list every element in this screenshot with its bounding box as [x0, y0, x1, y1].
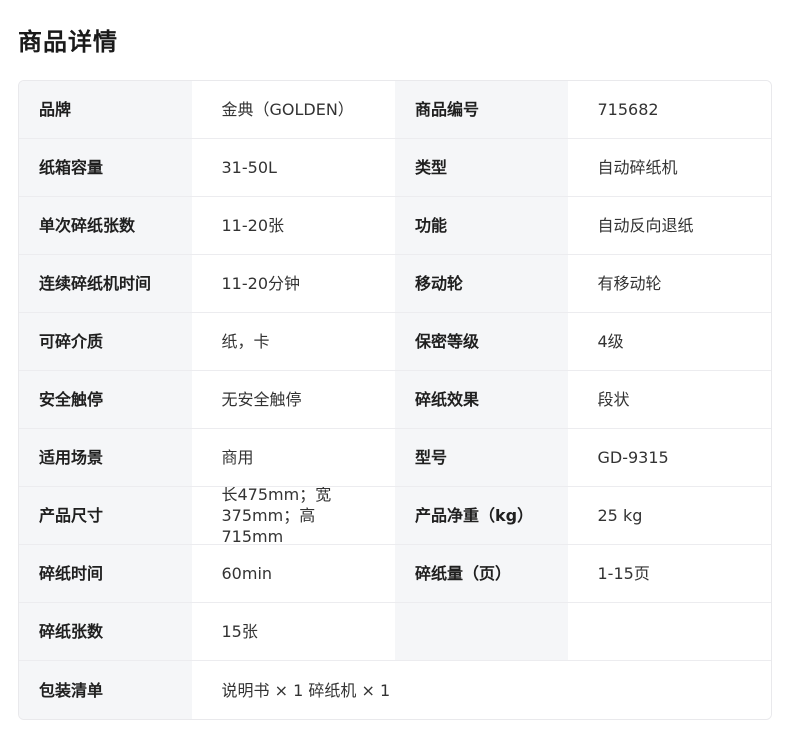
spec-value: 15张 — [191, 603, 395, 660]
spec-row: 产品尺寸 长475mm；宽375mm；高715mm 产品净重（kg） 25 kg — [19, 487, 771, 545]
spec-label: 可碎介质 — [19, 313, 192, 370]
spec-row: 安全触停 无安全触停 碎纸效果 段状 — [19, 371, 771, 429]
spec-value: 4级 — [567, 313, 771, 370]
spec-value: 31-50L — [191, 139, 395, 196]
spec-value: 无安全触停 — [191, 371, 395, 428]
package-list-label: 包装清单 — [19, 661, 192, 719]
spec-label: 安全触停 — [19, 371, 192, 428]
spec-row: 碎纸张数 15张 — [19, 603, 771, 661]
spec-label: 功能 — [395, 197, 568, 254]
spec-label: 纸箱容量 — [19, 139, 192, 196]
spec-table: 品牌 金典（GOLDEN） 商品编号 715682 纸箱容量 31-50L 类型… — [18, 80, 772, 720]
spec-label: 移动轮 — [395, 255, 568, 312]
spec-value: 1-15页 — [567, 545, 771, 602]
spec-row: 品牌 金典（GOLDEN） 商品编号 715682 — [19, 81, 771, 139]
spec-row: 连续碎纸机时间 11-20分钟 移动轮 有移动轮 — [19, 255, 771, 313]
spec-label: 保密等级 — [395, 313, 568, 370]
spec-label: 单次碎纸张数 — [19, 197, 192, 254]
spec-label: 碎纸时间 — [19, 545, 192, 602]
spec-value: 纸，卡 — [191, 313, 395, 370]
spec-label: 类型 — [395, 139, 568, 196]
spec-label: 产品净重（kg） — [395, 487, 568, 544]
spec-label: 产品尺寸 — [19, 487, 192, 544]
package-list-row: 包装清单 说明书 × 1 碎纸机 × 1 — [19, 661, 771, 719]
page-title: 商品详情 — [18, 28, 118, 56]
spec-label: 碎纸量（页） — [395, 545, 568, 602]
package-list-value: 说明书 × 1 碎纸机 × 1 — [191, 661, 771, 719]
spec-value: GD-9315 — [567, 429, 771, 486]
spec-row: 适用场景 商用 型号 GD-9315 — [19, 429, 771, 487]
spec-value: 715682 — [567, 81, 771, 138]
spec-label: 碎纸张数 — [19, 603, 192, 660]
spec-label: 品牌 — [19, 81, 192, 138]
spec-value: 11-20张 — [191, 197, 395, 254]
spec-label: 碎纸效果 — [395, 371, 568, 428]
spec-label: 适用场景 — [19, 429, 192, 486]
spec-value: 段状 — [567, 371, 771, 428]
spec-row: 单次碎纸张数 11-20张 功能 自动反向退纸 — [19, 197, 771, 255]
spec-label: 商品编号 — [395, 81, 568, 138]
spec-value: 商用 — [191, 429, 395, 486]
spec-value-empty — [567, 603, 771, 660]
spec-row: 可碎介质 纸，卡 保密等级 4级 — [19, 313, 771, 371]
spec-value: 11-20分钟 — [191, 255, 395, 312]
spec-value: 金典（GOLDEN） — [191, 81, 395, 138]
spec-value: 25 kg — [567, 487, 771, 544]
spec-row: 纸箱容量 31-50L 类型 自动碎纸机 — [19, 139, 771, 197]
spec-label: 型号 — [395, 429, 568, 486]
spec-value: 自动碎纸机 — [567, 139, 771, 196]
spec-label-empty — [395, 603, 568, 660]
spec-row: 碎纸时间 60min 碎纸量（页） 1-15页 — [19, 545, 771, 603]
spec-label: 连续碎纸机时间 — [19, 255, 192, 312]
spec-value: 自动反向退纸 — [567, 197, 771, 254]
spec-value: 有移动轮 — [567, 255, 771, 312]
spec-value: 长475mm；宽375mm；高715mm — [191, 487, 395, 544]
spec-value: 60min — [191, 545, 395, 602]
